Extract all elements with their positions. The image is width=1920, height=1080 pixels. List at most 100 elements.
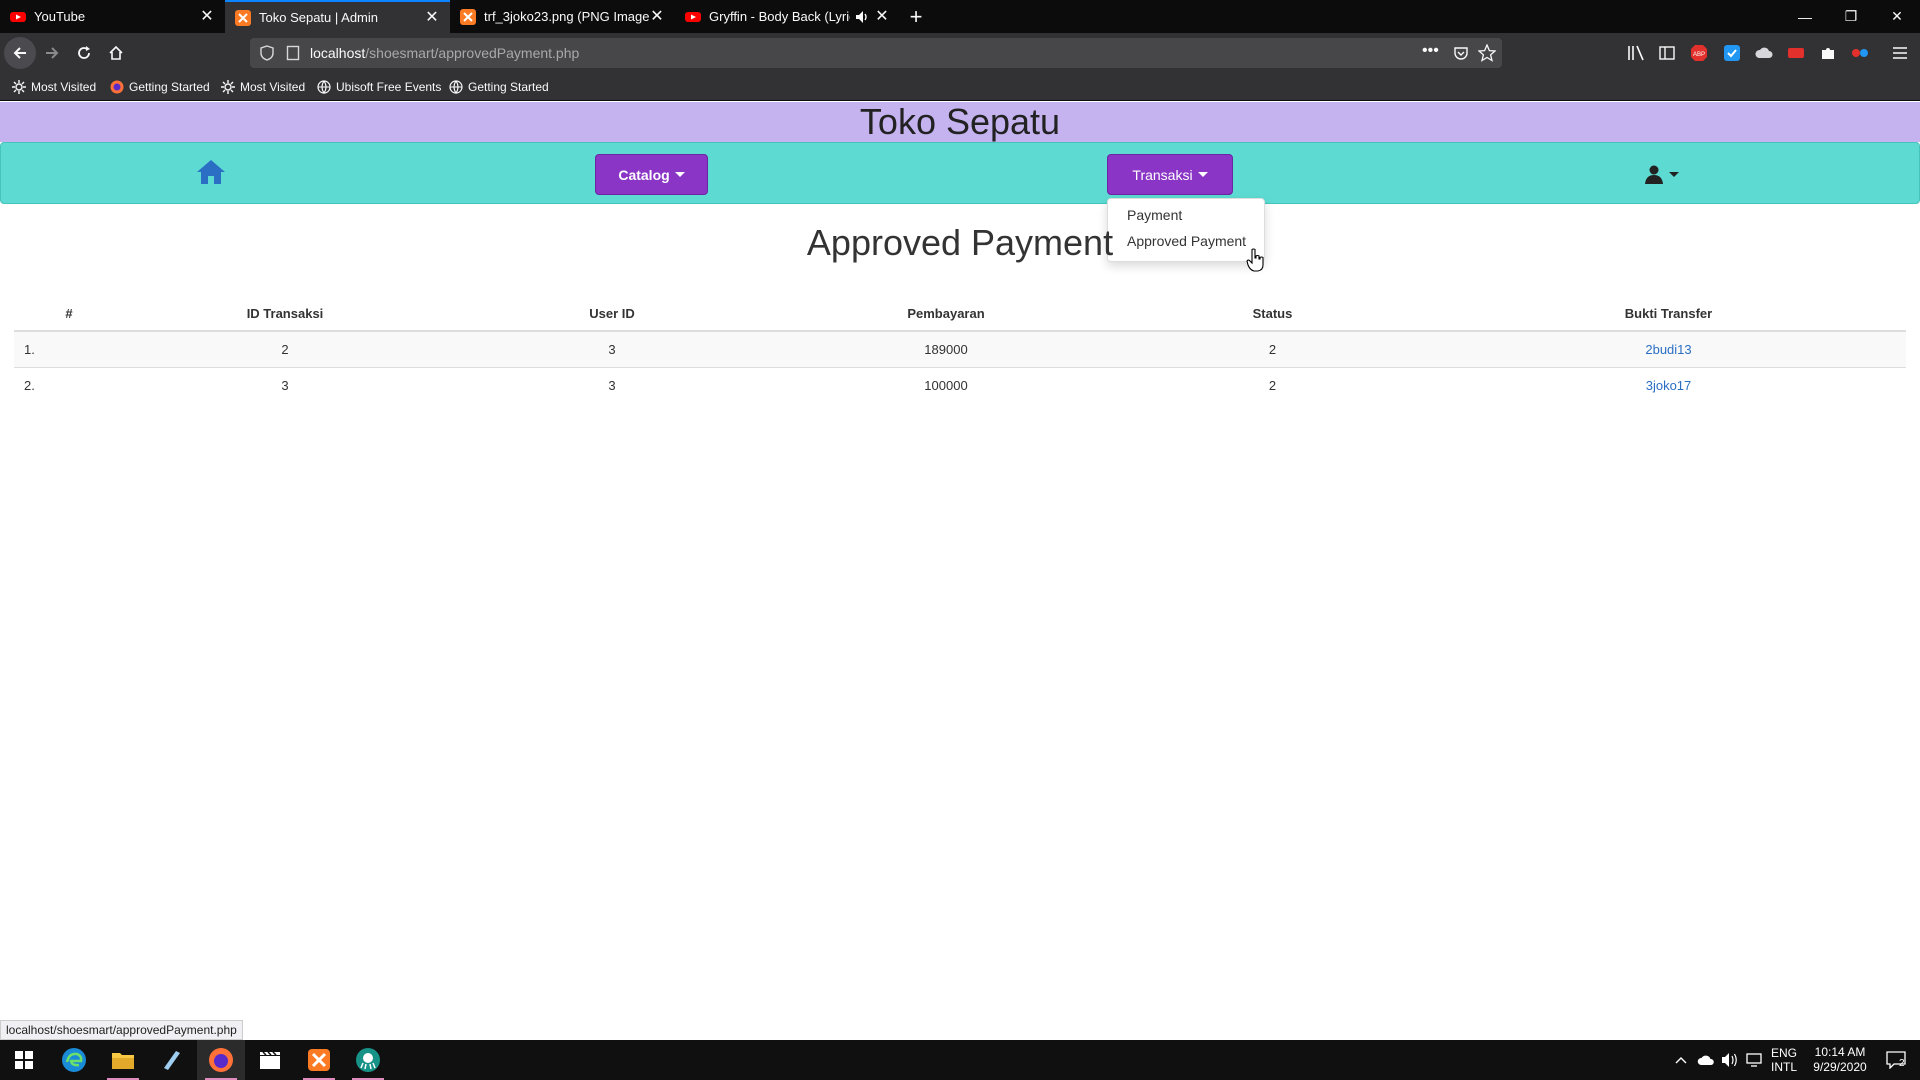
close-tab-icon[interactable]: ✕ — [649, 8, 665, 25]
address-bar[interactable]: localhost/shoesmart/approvedPayment.php … — [250, 38, 1502, 68]
cell-user-id: 3 — [446, 366, 778, 403]
gear-icon — [221, 80, 235, 94]
bookmark-most-visited-2[interactable]: Most Visited — [221, 79, 305, 95]
onedrive-icon[interactable] — [1694, 1040, 1718, 1080]
network-icon[interactable] — [1742, 1040, 1766, 1080]
pen-icon — [164, 1051, 180, 1070]
close-window-button[interactable]: ✕ — [1874, 0, 1920, 33]
bookmark-most-visited[interactable]: Most Visited — [12, 79, 96, 95]
restore-button[interactable]: ❐ — [1828, 0, 1874, 33]
close-tab-icon[interactable]: ✕ — [199, 8, 215, 25]
minimize-button[interactable]: — — [1782, 0, 1828, 33]
star-icon[interactable] — [1478, 44, 1496, 62]
tray-overflow-icon[interactable] — [1670, 1040, 1692, 1080]
glasses-extension-icon[interactable] — [1851, 44, 1869, 62]
start-button[interactable] — [0, 1040, 48, 1080]
approved-payment-table: # ID Transaksi User ID Pembayaran Status… — [14, 297, 1906, 403]
tab-youtube[interactable]: YouTube ✕ — [0, 0, 225, 33]
dropdown-item-payment[interactable]: Payment — [1127, 207, 1182, 223]
site-title: Toko Sepatu — [859, 101, 1061, 142]
tab-toko-sepatu[interactable]: Toko Sepatu | Admin ✕ — [225, 0, 450, 33]
clock-date: 9/29/2020 — [1813, 1060, 1867, 1074]
tab-png-image[interactable]: trf_3joko23.png (PNG Image, 3 ✕ — [450, 0, 675, 33]
tab-title: trf_3joko23.png (PNG Image, 3 — [484, 9, 649, 24]
bookmarks-toolbar: Most Visited Getting Started Most Visite… — [0, 73, 1920, 101]
xampp-icon — [308, 1049, 330, 1071]
cell-number: 1. — [14, 330, 124, 367]
taskbar-file-explorer[interactable] — [99, 1040, 147, 1080]
taskbar-pen-app[interactable] — [148, 1040, 196, 1080]
arrow-left-icon — [13, 47, 26, 59]
notification-count: 2 — [1899, 1058, 1905, 1069]
forward-button[interactable] — [36, 37, 68, 69]
back-button[interactable] — [4, 37, 36, 69]
home-icon — [109, 45, 123, 60]
cell-status: 2 — [1114, 330, 1431, 367]
tab-title: Toko Sepatu | Admin — [259, 10, 379, 25]
cell-pembayaran: 100000 — [778, 366, 1114, 403]
volume-icon[interactable] — [1718, 1040, 1742, 1080]
taskbar-xampp[interactable] — [295, 1040, 343, 1080]
tab-gryffin[interactable]: Gryffin - Body Back (Lyrics) ✕ — [675, 0, 900, 33]
clock-time: 10:14 AM — [1814, 1045, 1866, 1059]
taskbar-edge[interactable] — [50, 1040, 98, 1080]
youtube-icon — [685, 11, 701, 22]
cell-pembayaran: 189000 — [778, 330, 1114, 367]
column-header-user-id: User ID — [446, 297, 778, 332]
column-header-pembayaran: Pembayaran — [778, 297, 1114, 332]
arrow-right-icon — [46, 47, 59, 59]
globe-icon — [449, 80, 463, 94]
taskbar-video-editor[interactable] — [246, 1040, 294, 1080]
close-tab-icon[interactable]: ✕ — [424, 9, 440, 26]
reload-icon — [78, 46, 90, 59]
shield-icon[interactable] — [260, 45, 274, 61]
table-row: 2. 3 3 100000 2 3joko17 — [14, 366, 1906, 403]
browser-tab-strip: YouTube ✕ Toko Sepatu | Admin ✕ trf_3jok… — [0, 0, 1920, 33]
user-icon — [1645, 165, 1663, 184]
page-content: Toko Sepatu Catalog Transaksi Payment Ap… — [0, 102, 1920, 1040]
extension-blue-icon[interactable] — [1723, 44, 1741, 62]
puzzle-extension-icon[interactable] — [1819, 44, 1837, 62]
reload-button[interactable] — [68, 37, 100, 69]
column-header-status: Status — [1114, 297, 1431, 332]
library-icon[interactable] — [1627, 45, 1645, 61]
page-info-icon[interactable] — [286, 45, 300, 61]
pocket-icon[interactable] — [1453, 45, 1469, 61]
clock[interactable]: 10:14 AM 9/29/2020 — [1806, 1040, 1874, 1080]
home-button[interactable] — [100, 37, 132, 69]
bookmark-getting-started[interactable]: Getting Started — [110, 79, 210, 95]
bookmark-label: Most Visited — [240, 80, 306, 94]
close-tab-icon[interactable]: ✕ — [874, 8, 890, 25]
tube-extension-icon[interactable] — [1787, 44, 1805, 62]
taskbar-firefox[interactable] — [197, 1040, 245, 1080]
bukti-transfer-link[interactable]: 3joko17 — [1646, 378, 1692, 393]
url-host: localhost — [310, 45, 366, 61]
cloud-extension-icon[interactable] — [1755, 44, 1773, 62]
home-icon[interactable] — [195, 158, 227, 186]
caret-down-icon — [674, 172, 685, 177]
catalog-label: Catalog — [618, 166, 670, 183]
catalog-dropdown-button[interactable]: Catalog — [595, 154, 708, 195]
url-path: /shoesmart/approvedPayment.php — [365, 45, 580, 61]
cell-status: 2 — [1114, 366, 1431, 403]
bukti-transfer-link[interactable]: 2budi13 — [1645, 342, 1691, 357]
bookmark-ubisoft-free-events[interactable]: Ubisoft Free Events — [317, 79, 441, 95]
bookmark-getting-started-2[interactable]: Getting Started — [449, 79, 549, 95]
input-language-indicator[interactable]: ENG INTL — [1766, 1040, 1802, 1080]
hamburger-menu-icon[interactable] — [1892, 45, 1908, 61]
speaker-icon[interactable] — [854, 9, 870, 25]
edge-icon — [62, 1048, 86, 1072]
sidebar-icon[interactable] — [1659, 45, 1675, 61]
tab-title: Gryffin - Body Back (Lyrics) — [709, 9, 850, 24]
cell-number: 2. — [14, 366, 124, 403]
action-center-button[interactable]: 2 — [1876, 1040, 1916, 1080]
adblock-icon[interactable]: ABP — [1690, 44, 1708, 62]
taskbar-gitkraken[interactable] — [344, 1040, 392, 1080]
page-actions-icon[interactable]: ••• — [1422, 42, 1439, 60]
user-menu-button[interactable] — [1644, 163, 1680, 185]
url-text[interactable]: localhost/shoesmart/approvedPayment.php — [310, 45, 579, 61]
tab-title: YouTube — [34, 9, 86, 24]
firefox-icon — [110, 80, 124, 94]
new-tab-button[interactable]: + — [900, 0, 932, 33]
transaksi-dropdown-button[interactable]: Transaksi — [1107, 154, 1233, 195]
